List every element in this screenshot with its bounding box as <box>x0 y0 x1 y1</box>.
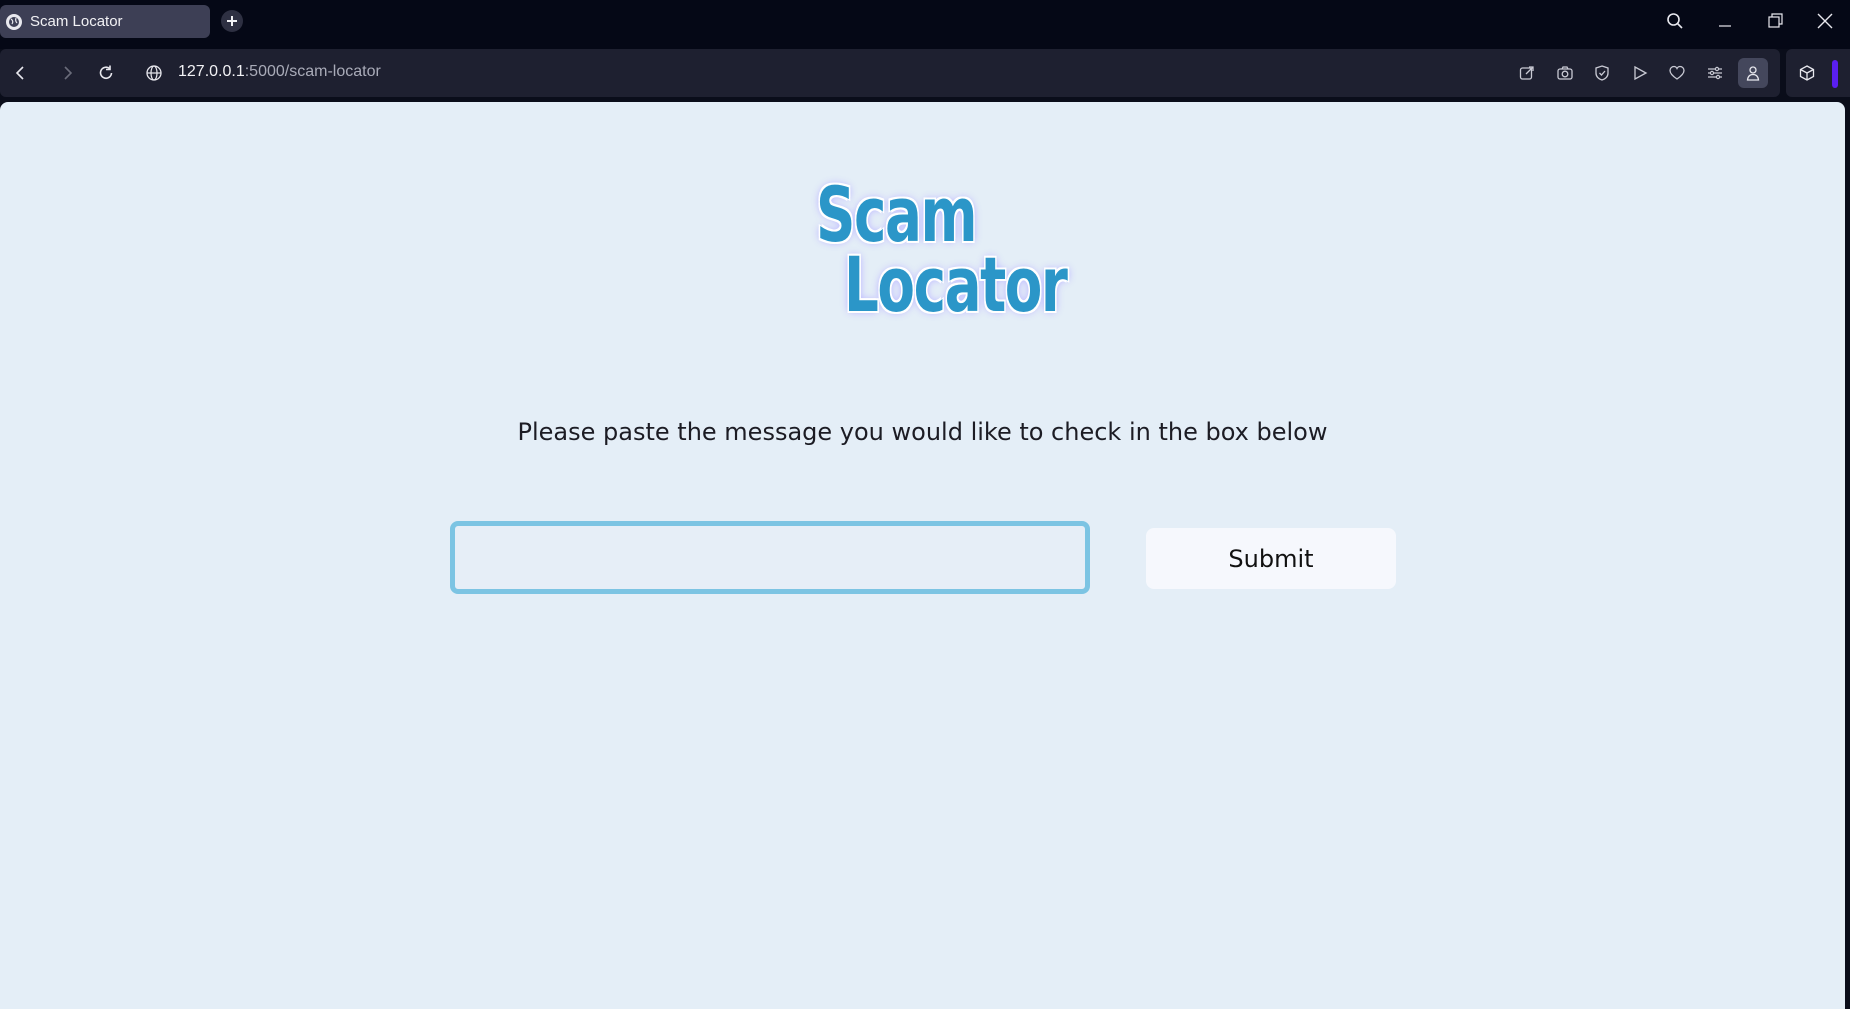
forward-button[interactable] <box>54 60 80 86</box>
minimize-icon <box>1719 25 1731 27</box>
extensions-button[interactable] <box>1794 60 1820 86</box>
minimize-button[interactable] <box>1710 8 1740 34</box>
sliders-icon <box>1708 66 1722 80</box>
extensions-area <box>1786 49 1850 97</box>
address-bar[interactable]: 127.0.0.1:5000/scam-locator <box>178 63 381 81</box>
globe-favicon-icon <box>6 13 22 30</box>
url-host: 127.0.0.1 <box>178 63 245 80</box>
close-icon <box>1817 13 1833 29</box>
share-icon <box>1519 66 1534 80</box>
plus-icon <box>227 16 237 26</box>
scam-locator-logo: Scam Locator <box>816 170 1068 329</box>
search-icon <box>1667 13 1683 29</box>
instructions-text: Please paste the message you would like … <box>517 418 1328 446</box>
player-button[interactable] <box>1627 60 1653 86</box>
back-button[interactable] <box>8 60 34 86</box>
toolbar: 127.0.0.1:5000/scam-locator <box>0 49 1780 97</box>
vpn-button[interactable] <box>1589 60 1615 86</box>
search-tabs-button[interactable] <box>1660 8 1690 34</box>
restore-button[interactable] <box>1760 8 1790 34</box>
play-icon <box>1634 65 1648 81</box>
user-icon <box>1746 66 1760 81</box>
forward-arrow-icon <box>64 66 73 80</box>
camera-icon <box>1557 66 1573 80</box>
easy-setup-button[interactable] <box>1702 60 1728 86</box>
cube-icon <box>1799 65 1815 81</box>
shield-icon <box>1595 65 1609 81</box>
screenshot-button[interactable] <box>1552 60 1578 86</box>
browser-tab[interactable]: Scam Locator <box>0 5 210 38</box>
submit-button[interactable]: Submit <box>1146 528 1396 589</box>
favorites-button[interactable] <box>1664 60 1690 86</box>
share-button[interactable] <box>1514 60 1540 86</box>
reload-button[interactable] <box>93 60 119 86</box>
profile-button[interactable] <box>1738 58 1768 88</box>
site-info-button[interactable] <box>141 60 167 86</box>
back-arrow-icon <box>15 66 24 80</box>
globe-icon <box>146 65 162 81</box>
tab-title: Scam Locator <box>30 13 123 30</box>
restore-icon <box>1768 13 1783 28</box>
tab-strip: Scam Locator <box>0 0 1850 49</box>
new-tab-button[interactable] <box>221 10 243 32</box>
message-input[interactable] <box>450 521 1090 594</box>
logo-line-2: Locator <box>844 240 1068 329</box>
url-path: :5000/scam-locator <box>244 63 381 80</box>
page-viewport: Scam Locator Please paste the message yo… <box>0 102 1845 1009</box>
close-window-button[interactable] <box>1810 8 1840 34</box>
reload-icon <box>99 65 113 79</box>
heart-icon <box>1669 65 1685 80</box>
sidebar-accent-bar <box>1832 60 1838 88</box>
